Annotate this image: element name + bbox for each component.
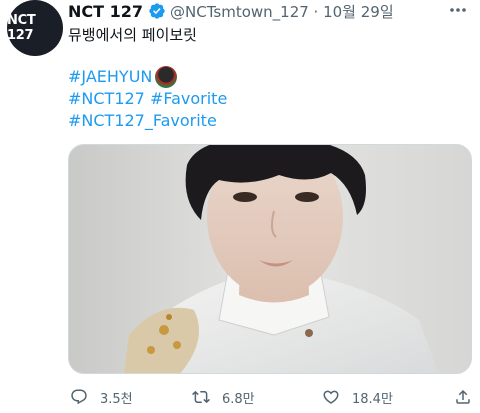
retweet-icon (192, 390, 210, 404)
author-handle-time[interactable]: @NCTsmtown_127 · 10월 29일 (170, 1, 394, 22)
heart-icon (323, 390, 339, 404)
author-avatar[interactable]: NCT 127 (7, 0, 63, 56)
tweet-actions: 3.5천 6.8만 18.4만 (68, 385, 472, 409)
tweet-text: 뮤뱅에서의 페이보릿 (68, 26, 197, 44)
like-button[interactable]: 18.4만 (322, 388, 393, 407)
share-button[interactable] (454, 388, 472, 406)
like-count: 18.4만 (352, 391, 393, 407)
retweet-button[interactable]: 6.8만 (192, 388, 255, 407)
author-name[interactable]: NCT 127 (68, 2, 143, 21)
hashtag-line-1: #JAEHYUN (68, 65, 178, 89)
hashtag-jaehyun[interactable]: #JAEHYUN (68, 65, 152, 89)
tweet-photo[interactable] (68, 144, 472, 374)
share-icon (456, 389, 470, 404)
reply-button[interactable]: 3.5천 (70, 388, 133, 407)
avatar-text: NCT 127 (7, 13, 36, 43)
reply-icon (71, 389, 87, 405)
verified-badge-icon (149, 3, 165, 19)
hashtag-line-3[interactable]: #NCT127_Favorite (68, 109, 217, 133)
tweet-header: NCT 127 @NCTsmtown_127 · 10월 29일 (68, 0, 394, 22)
reply-count: 3.5천 (100, 391, 133, 407)
retweet-count: 6.8만 (222, 391, 255, 407)
photo-illustration (69, 145, 471, 373)
hashflag-icon (155, 66, 178, 88)
more-options-icon[interactable] (448, 2, 468, 18)
hashtag-line-2[interactable]: #NCT127 #Favorite (68, 87, 227, 111)
